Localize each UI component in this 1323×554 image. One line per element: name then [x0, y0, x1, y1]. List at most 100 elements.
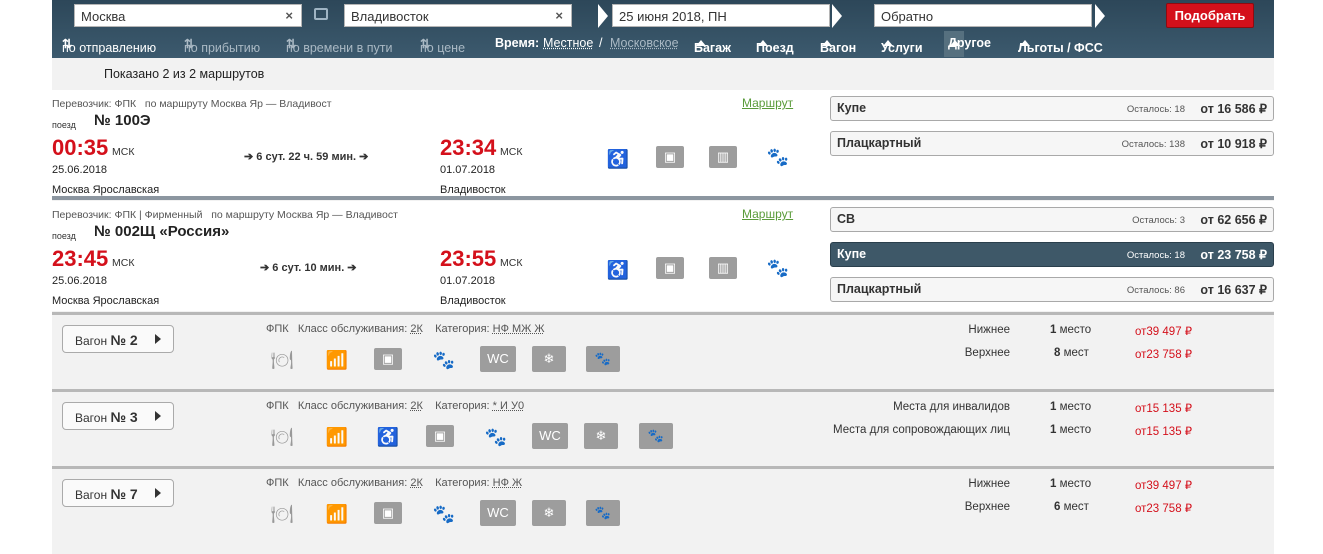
- duration-text: 6 сут. 22 ч. 59 мин.: [256, 151, 357, 163]
- service-class[interactable]: 2К: [410, 323, 423, 335]
- class-option[interactable]: Плацкартный Осталось: 86 от 16 637 ₽: [830, 277, 1274, 302]
- route-text: по маршруту Москва Яр — Владивост: [211, 209, 398, 221]
- filter-train-label: Поезд: [756, 41, 794, 55]
- seats-left: Осталось: 3: [1132, 215, 1185, 226]
- filter-baggage[interactable]: Багаж: [694, 36, 731, 55]
- arrival-date: 01.07.2018: [440, 275, 496, 287]
- category-label: Категория:: [435, 400, 490, 412]
- class-option-selected[interactable]: Купе Осталось: 18 от 23 758 ₽: [830, 242, 1274, 267]
- train-carrier: Перевозчик: ФПК | Фирменный по маршруту …: [52, 209, 398, 221]
- dining-icon: 🍽: [270, 427, 294, 447]
- pet-paw-icon: 🐾: [432, 504, 456, 524]
- search-button[interactable]: Подобрать: [1166, 3, 1254, 28]
- wagon-button[interactable]: Вагон № 2: [62, 325, 174, 353]
- snowflake-icon: ❄: [532, 346, 566, 372]
- sort-by-arrival[interactable]: по прибытию ⇅: [184, 36, 260, 55]
- wheelchair-icon: ♿: [606, 260, 630, 280]
- train-card: Перевозчик: ФПК по маршруту Москва Яр — …: [52, 90, 1274, 200]
- from-input[interactable]: Москва ×: [74, 4, 302, 27]
- pet-carriage-icon: 🐾: [586, 346, 620, 372]
- seat-count-number: 6: [1054, 501, 1061, 513]
- departure-time: 23:45: [52, 246, 109, 271]
- filter-benefits[interactable]: Льготы / ФСС: [1018, 36, 1103, 55]
- arrival-station: Владивосток: [440, 184, 506, 196]
- date-next-icon[interactable]: [832, 4, 842, 28]
- wagon-button[interactable]: Вагон № 3: [62, 402, 174, 430]
- seat-count: 1 место: [1050, 478, 1091, 490]
- time-moscow-link[interactable]: Московское: [610, 36, 679, 50]
- pet-paw-icon: 🐾: [766, 258, 790, 278]
- luggage-icon: ▥: [709, 257, 737, 279]
- class-price: от 16 637 ₽: [1200, 283, 1267, 297]
- class-option[interactable]: Купе Осталось: 18 от 16 586 ₽: [830, 96, 1274, 121]
- sort-by-departure[interactable]: по отправлению ⇅: [62, 36, 156, 55]
- sort-by-arrival-label: по прибытию: [184, 41, 261, 55]
- timezone-label: МСК: [500, 146, 523, 158]
- filter-wagon[interactable]: Вагон: [820, 36, 856, 55]
- page: Москва × Владивосток × 25 июня 2018, ПН …: [52, 0, 1274, 554]
- date-prev-icon[interactable]: [598, 4, 608, 28]
- filter-services[interactable]: Услуги: [881, 36, 923, 55]
- pet-paw-icon: 🐾: [484, 427, 508, 447]
- wagon-label: Вагон: [75, 411, 108, 425]
- pet-paw-icon: 🐾: [432, 350, 456, 370]
- arrival-time: 23:55: [440, 246, 497, 271]
- seat-type: Места для сопровождающих лиц: [833, 424, 1010, 436]
- clear-from-icon[interactable]: ×: [285, 8, 293, 23]
- class-name: Плацкартный: [837, 282, 922, 296]
- class-price: от 23 758 ₽: [1200, 248, 1267, 262]
- route-link[interactable]: Маршрут: [742, 96, 793, 110]
- date-input[interactable]: 25 июня 2018, ПН: [612, 4, 830, 27]
- class-option[interactable]: Плацкартный Осталось: 138 от 10 918 ₽: [830, 131, 1274, 156]
- category-value[interactable]: НФ Ж: [493, 477, 523, 489]
- category-value[interactable]: * И У0: [493, 400, 524, 412]
- category-value[interactable]: НФ МЖ Ж: [493, 323, 545, 335]
- time-local-link[interactable]: Местное: [543, 36, 593, 50]
- time-sep: /: [599, 36, 603, 50]
- departure-station: Москва Ярославская: [52, 184, 160, 196]
- wheelchair-icon: ♿: [376, 427, 400, 447]
- play-icon: [155, 411, 161, 421]
- wagon-button[interactable]: Вагон № 7: [62, 479, 174, 507]
- seats-left: Осталось: 86: [1126, 285, 1185, 296]
- seat-count-unit: место: [1059, 401, 1092, 413]
- route-link[interactable]: Маршрут: [742, 207, 793, 221]
- to-input[interactable]: Владивосток ×: [344, 4, 572, 27]
- departure-time: 00:35: [52, 135, 109, 160]
- seat-count-number: 1: [1050, 478, 1057, 490]
- swap-icon[interactable]: [314, 8, 328, 20]
- seats-left: Осталось: 18: [1126, 250, 1185, 261]
- results-count: Показано 2 из 2 маршрутов: [104, 67, 265, 81]
- clear-to-icon[interactable]: ×: [555, 8, 563, 23]
- service-class[interactable]: 2К: [410, 477, 423, 489]
- search-header: Москва × Владивосток × 25 июня 2018, ПН …: [52, 0, 1274, 58]
- seat-price: от39 497 ₽: [1135, 326, 1193, 338]
- class-option[interactable]: СВ Осталось: 3 от 62 656 ₽: [830, 207, 1274, 232]
- departure-date: 25.06.2018: [52, 164, 108, 176]
- seat-type: Нижнее: [968, 324, 1010, 336]
- seat-count-number: 1: [1050, 324, 1057, 336]
- seat-count-unit: место: [1059, 424, 1092, 436]
- play-icon: [155, 488, 161, 498]
- duration-text: 6 сут. 10 мин.: [272, 262, 345, 274]
- snowflake-icon: ❄: [584, 423, 618, 449]
- return-next-icon[interactable]: [1095, 4, 1105, 28]
- sort-by-duration[interactable]: по времени в пути ⇅: [286, 36, 392, 55]
- train-number[interactable]: № 100Э: [94, 112, 151, 129]
- wagon-carrier: ФПК: [266, 477, 289, 489]
- carrier-text: Перевозчик: ФПК | Фирменный: [52, 209, 203, 221]
- baggage-icon: ▣: [656, 146, 684, 168]
- class-name: Купе: [837, 101, 867, 115]
- carrier-text: Перевозчик: ФПК: [52, 98, 137, 110]
- filter-train[interactable]: Поезд: [756, 36, 794, 55]
- train-number[interactable]: № 002Щ «Россия»: [94, 223, 229, 240]
- filter-other[interactable]: Другое: [944, 31, 991, 57]
- class-price: от 10 918 ₽: [1200, 137, 1267, 151]
- seat-type: Верхнее: [964, 501, 1010, 513]
- train-card: Перевозчик: ФПК | Фирменный по маршруту …: [52, 201, 1274, 311]
- return-date-input[interactable]: Обратно: [874, 4, 1092, 27]
- seat-count: 1 место: [1050, 424, 1091, 436]
- service-class[interactable]: 2К: [410, 400, 423, 412]
- timezone-label: МСК: [112, 146, 135, 158]
- sort-by-price[interactable]: по цене ⇅: [420, 36, 465, 55]
